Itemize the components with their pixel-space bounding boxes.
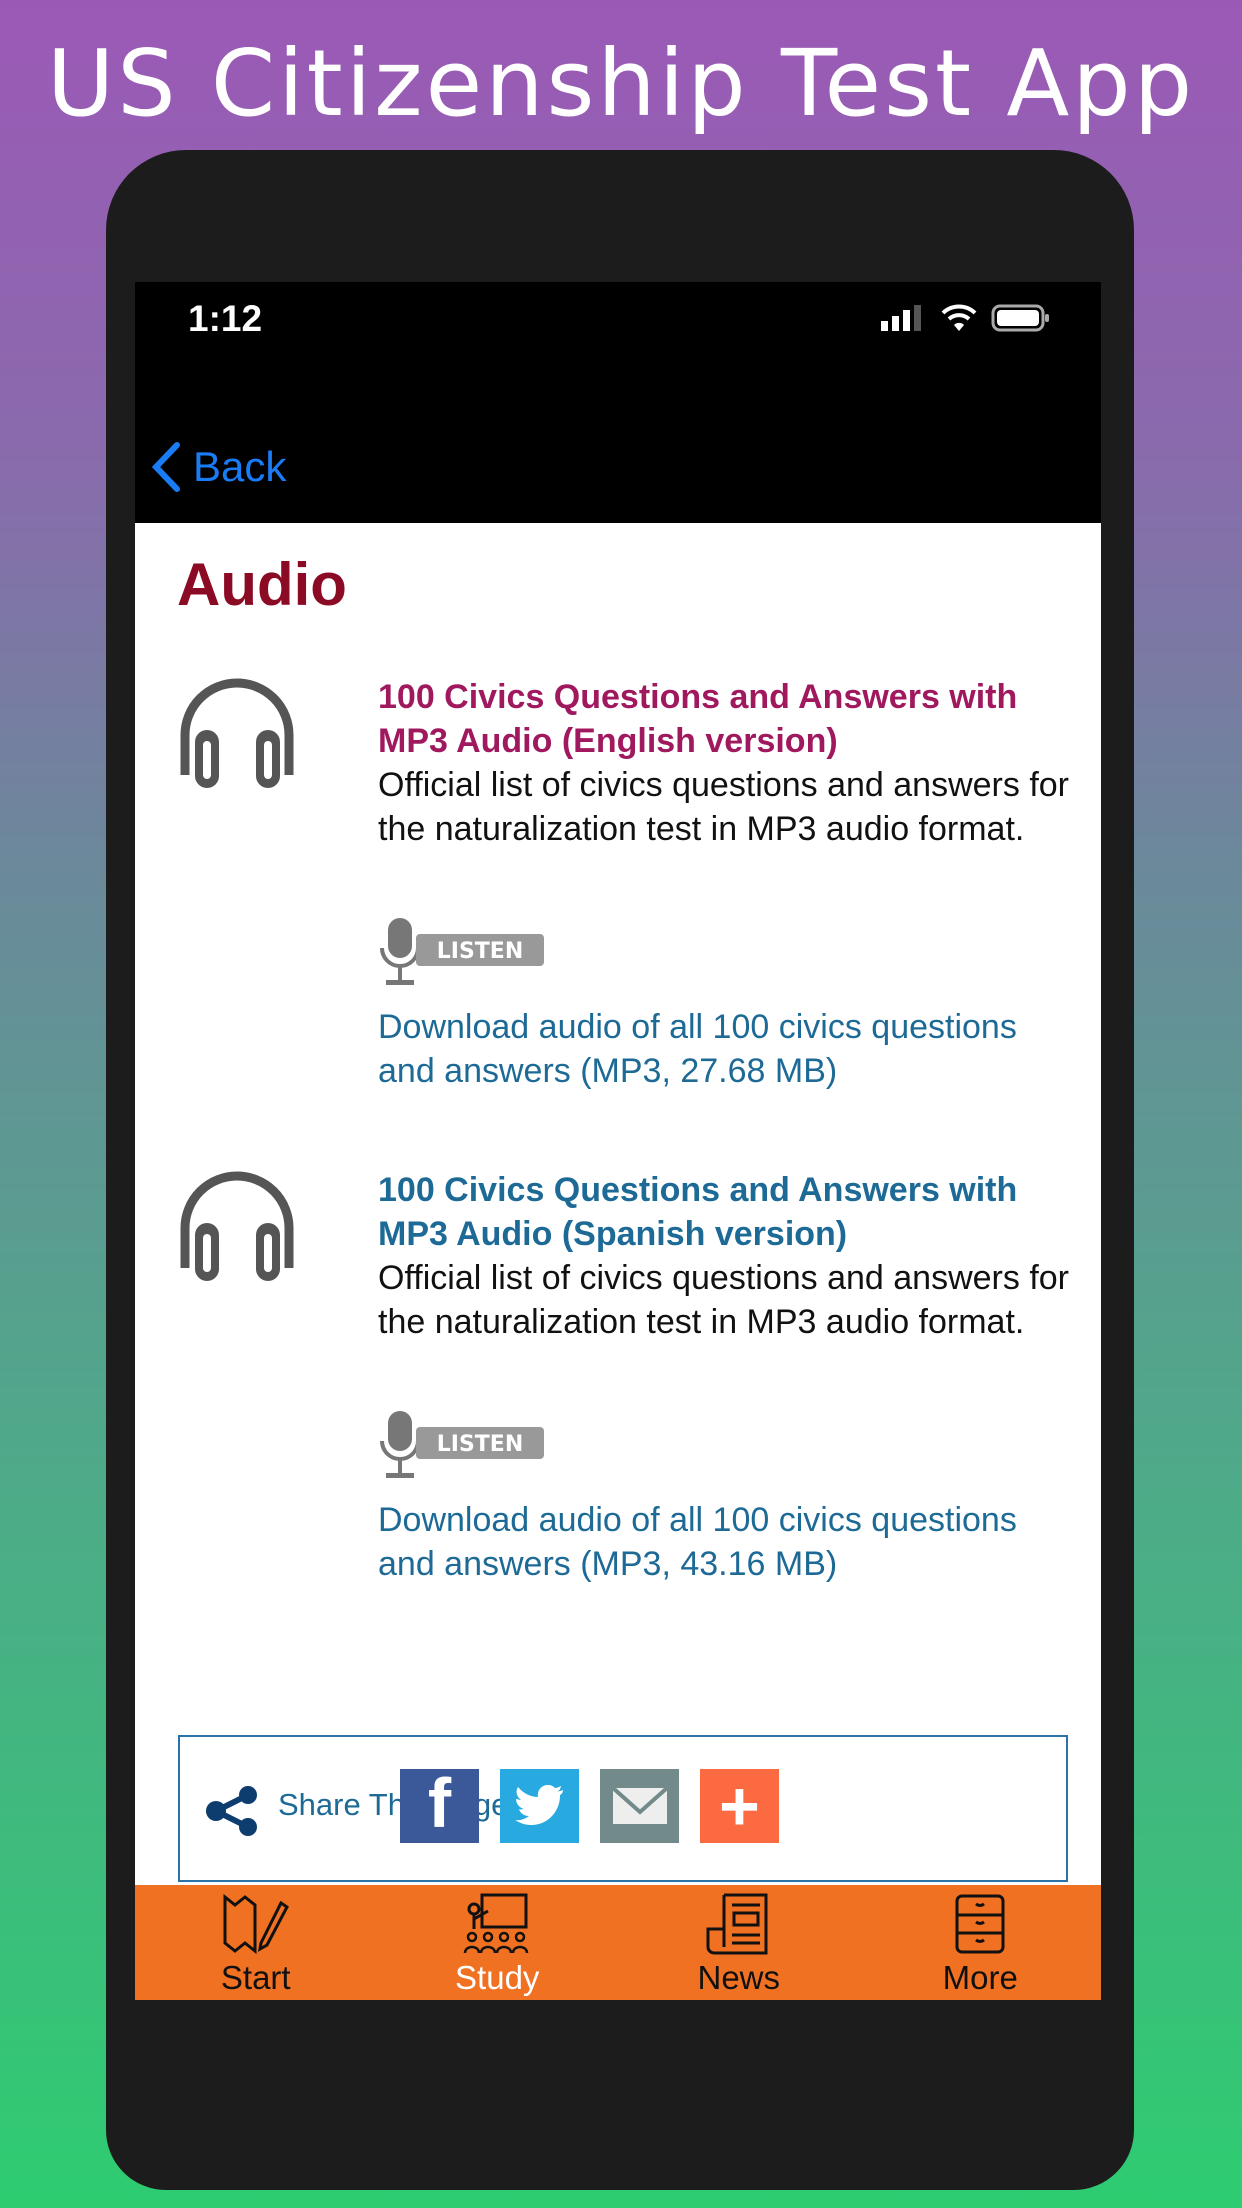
item-description: Official list of civics questions and an… <box>378 1259 1069 1341</box>
more-share-button[interactable]: + <box>700 1767 779 1845</box>
tab-news[interactable]: News <box>618 1885 860 2000</box>
share-panel: Share This Page f + <box>178 1735 1068 1882</box>
share-icon[interactable] <box>204 1785 260 1837</box>
facebook-icon: f <box>427 1764 452 1842</box>
facebook-button[interactable]: f <box>400 1764 479 1843</box>
microphone-icon: LISTEN <box>380 918 544 985</box>
download-link[interactable]: Download audio of all 100 civics questio… <box>378 1498 1078 1586</box>
microphone-icon: LISTEN <box>380 1411 544 1478</box>
tab-label: Study <box>455 1959 540 1996</box>
map-pencil-icon <box>223 1893 289 1955</box>
tab-start[interactable]: Start <box>135 1885 377 2000</box>
headphones-icon <box>180 1171 294 1281</box>
email-button[interactable] <box>600 1769 679 1843</box>
twitter-icon <box>514 1785 563 1825</box>
listen-label: LISTEN <box>437 1432 524 1457</box>
email-icon <box>611 1786 668 1824</box>
chevron-left-icon <box>151 442 180 492</box>
classroom-icon <box>464 1893 529 1954</box>
navigation-bar: 1:12 Back <box>135 282 1101 523</box>
tab-label: More <box>942 1959 1018 1996</box>
status-icons <box>881 304 1051 332</box>
item-description: Official list of civics questions and an… <box>378 766 1069 848</box>
tab-label: News <box>697 1959 781 1996</box>
status-time: 1:12 <box>188 298 263 339</box>
plus-icon: + <box>719 1767 760 1845</box>
promo-title: US Citizenship Test App <box>46 30 1196 137</box>
cabinet-icon <box>955 1894 1005 1954</box>
listen-button[interactable]: LISTEN <box>378 918 548 993</box>
page-title: Audio <box>177 551 347 618</box>
app-screen: 1:12 Back Audio 100 Civics Questions and… <box>135 282 1101 2000</box>
item-title[interactable]: 100 Civics Questions and Answers with MP… <box>378 675 1078 763</box>
twitter-button[interactable] <box>500 1769 579 1843</box>
battery-icon <box>991 304 1049 332</box>
back-button[interactable]: Back <box>151 442 286 492</box>
headphones-icon <box>180 678 294 788</box>
download-link[interactable]: Download audio of all 100 civics questio… <box>378 1005 1078 1093</box>
newspaper-icon <box>706 1893 768 1955</box>
listen-button[interactable]: LISTEN <box>378 1411 548 1486</box>
back-label: Back <box>193 443 287 490</box>
tab-more[interactable]: More <box>860 1885 1102 2000</box>
tab-study[interactable]: Study <box>377 1885 619 2000</box>
listen-label: LISTEN <box>437 939 524 964</box>
tab-label: Start <box>220 1959 291 1996</box>
signal-icon <box>881 305 921 331</box>
item-title[interactable]: 100 Civics Questions and Answers with MP… <box>378 1168 1078 1256</box>
wifi-icon <box>941 304 977 331</box>
tab-bar: Start Study News More <box>135 1885 1101 2000</box>
